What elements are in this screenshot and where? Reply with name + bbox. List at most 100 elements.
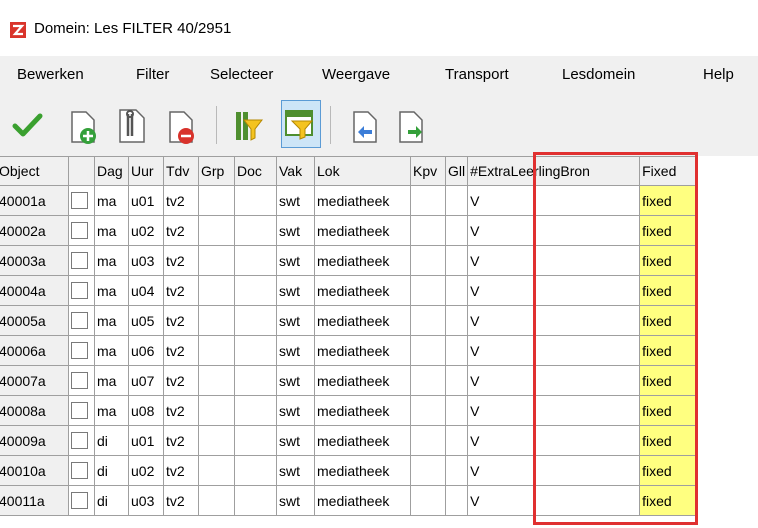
- cell-tdv[interactable]: tv2: [163, 185, 199, 216]
- import-button[interactable]: [346, 102, 382, 148]
- cell-dag[interactable]: ma: [94, 395, 129, 426]
- column-header-fixed[interactable]: Fixed: [639, 156, 699, 186]
- row-checkbox[interactable]: [71, 432, 88, 450]
- confirm-button[interactable]: [10, 102, 46, 148]
- cell-dag[interactable]: ma: [94, 365, 129, 396]
- cell-object[interactable]: 40010a: [0, 455, 69, 486]
- cell-grp[interactable]: [198, 305, 235, 336]
- add-button[interactable]: [66, 102, 102, 148]
- cell-uur[interactable]: u05: [128, 305, 164, 336]
- table-row[interactable]: 40003a ma u03 tv2 swt mediatheek Vfixed: [0, 245, 699, 276]
- cell-extra[interactable]: V: [467, 365, 641, 396]
- cell-fixed[interactable]: fixed: [639, 365, 699, 396]
- cell-tdv[interactable]: tv2: [163, 365, 199, 396]
- menu-help[interactable]: Help: [703, 66, 734, 83]
- cell-grp[interactable]: [198, 485, 235, 516]
- cell-grp[interactable]: [198, 395, 235, 426]
- cell-gll[interactable]: [444, 335, 469, 366]
- cell-object[interactable]: 40008a: [0, 395, 69, 426]
- row-select-cell[interactable]: [68, 215, 95, 246]
- cell-object[interactable]: 40006a: [0, 335, 69, 366]
- cell-uur[interactable]: u06: [128, 335, 164, 366]
- cell-extra[interactable]: V: [467, 245, 641, 276]
- cell-uur[interactable]: u03: [128, 485, 164, 516]
- cell-doc[interactable]: [234, 245, 277, 276]
- cell-fixed[interactable]: fixed: [639, 455, 699, 486]
- cell-kpv[interactable]: [410, 335, 446, 366]
- cell-grp[interactable]: [198, 335, 235, 366]
- row-select-cell[interactable]: [68, 425, 95, 456]
- menu-filter[interactable]: Filter: [136, 66, 169, 83]
- row-checkbox[interactable]: [71, 402, 88, 420]
- cell-doc[interactable]: [234, 395, 277, 426]
- cell-vak[interactable]: swt: [276, 335, 315, 366]
- cell-vak[interactable]: swt: [276, 185, 315, 216]
- cell-object[interactable]: 40005a: [0, 305, 69, 336]
- cell-uur[interactable]: u07: [128, 365, 164, 396]
- column-header-doc[interactable]: Doc: [234, 156, 277, 186]
- row-checkbox[interactable]: [71, 312, 88, 330]
- table-row[interactable]: 40001a ma u01 tv2 swt mediatheek Vfixed: [0, 185, 699, 216]
- cell-lok[interactable]: mediatheek: [314, 185, 411, 216]
- cell-lok[interactable]: mediatheek: [314, 425, 411, 456]
- cell-dag[interactable]: ma: [94, 185, 129, 216]
- cell-dag[interactable]: di: [94, 425, 129, 456]
- cell-uur[interactable]: u01: [128, 425, 164, 456]
- menu-weergave[interactable]: Weergave: [322, 66, 390, 83]
- row-checkbox[interactable]: [71, 282, 88, 300]
- column-header-gll[interactable]: Gll: [444, 156, 469, 186]
- cell-tdv[interactable]: tv2: [163, 425, 199, 456]
- cell-gll[interactable]: [444, 185, 469, 216]
- cell-gll[interactable]: [444, 275, 469, 306]
- cell-gll[interactable]: [444, 245, 469, 276]
- cell-tdv[interactable]: tv2: [163, 395, 199, 426]
- cell-tdv[interactable]: tv2: [163, 455, 199, 486]
- edit-button[interactable]: [114, 102, 150, 148]
- row-checkbox[interactable]: [71, 252, 88, 270]
- cell-dag[interactable]: ma: [94, 335, 129, 366]
- row-checkbox[interactable]: [71, 372, 88, 390]
- cell-gll[interactable]: [444, 485, 469, 516]
- menu-bewerken[interactable]: Bewerken: [17, 66, 84, 83]
- cell-tdv[interactable]: tv2: [163, 275, 199, 306]
- cell-extra[interactable]: V: [467, 485, 641, 516]
- cell-kpv[interactable]: [410, 395, 446, 426]
- cell-doc[interactable]: [234, 305, 277, 336]
- cell-uur[interactable]: u04: [128, 275, 164, 306]
- cell-extra[interactable]: V: [467, 215, 641, 246]
- cell-grp[interactable]: [198, 245, 235, 276]
- cell-dag[interactable]: di: [94, 485, 129, 516]
- cell-gll[interactable]: [444, 305, 469, 336]
- cell-extra[interactable]: V: [467, 305, 641, 336]
- row-checkbox[interactable]: [71, 462, 88, 480]
- cell-uur[interactable]: u02: [128, 455, 164, 486]
- column-header-uur[interactable]: Uur: [128, 156, 164, 186]
- cell-vak[interactable]: swt: [276, 455, 315, 486]
- table-row[interactable]: 40002a ma u02 tv2 swt mediatheek Vfixed: [0, 215, 699, 246]
- column-header-dag[interactable]: Dag: [94, 156, 129, 186]
- cell-lok[interactable]: mediatheek: [314, 485, 411, 516]
- cell-vak[interactable]: swt: [276, 305, 315, 336]
- row-select-cell[interactable]: [68, 275, 95, 306]
- row-checkbox[interactable]: [71, 342, 88, 360]
- column-header-tdv[interactable]: Tdv: [163, 156, 199, 186]
- cell-grp[interactable]: [198, 365, 235, 396]
- cell-object[interactable]: 40004a: [0, 275, 69, 306]
- cell-vak[interactable]: swt: [276, 245, 315, 276]
- cell-fixed[interactable]: fixed: [639, 275, 699, 306]
- cell-fixed[interactable]: fixed: [639, 395, 699, 426]
- column-header-vak[interactable]: Vak: [276, 156, 315, 186]
- cell-lok[interactable]: mediatheek: [314, 305, 411, 336]
- row-select-cell[interactable]: [68, 395, 95, 426]
- cell-tdv[interactable]: tv2: [163, 335, 199, 366]
- table-row[interactable]: 40010a di u02 tv2 swt mediatheek Vfixed: [0, 455, 699, 486]
- table-filter-button[interactable]: [281, 100, 321, 148]
- cell-kpv[interactable]: [410, 185, 446, 216]
- menu-lesdomein[interactable]: Lesdomein: [562, 66, 635, 83]
- cell-tdv[interactable]: tv2: [163, 305, 199, 336]
- row-select-cell[interactable]: [68, 245, 95, 276]
- table-row[interactable]: 40008a ma u08 tv2 swt mediatheek Vfixed: [0, 395, 699, 426]
- cell-vak[interactable]: swt: [276, 215, 315, 246]
- cell-lok[interactable]: mediatheek: [314, 395, 411, 426]
- row-checkbox[interactable]: [71, 192, 88, 210]
